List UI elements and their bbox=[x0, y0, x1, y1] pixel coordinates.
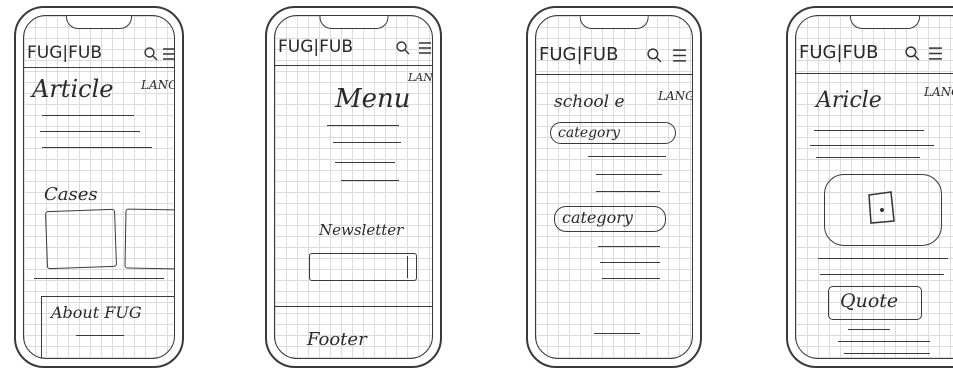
category-item-line[interactable] bbox=[596, 191, 660, 192]
about-label: About FUG bbox=[51, 303, 142, 322]
menu-icon[interactable] bbox=[162, 47, 175, 61]
lang-label[interactable]: LANG bbox=[924, 86, 953, 98]
article-heading: Article bbox=[32, 75, 114, 103]
category-item-line[interactable] bbox=[596, 174, 662, 175]
menu-item-line[interactable] bbox=[341, 180, 399, 181]
footer-label: Footer bbox=[307, 329, 367, 350]
phone-notch bbox=[318, 16, 389, 29]
newsletter-input[interactable] bbox=[309, 253, 417, 281]
section-divider bbox=[34, 278, 164, 279]
text-line bbox=[820, 274, 944, 275]
footer-divider bbox=[275, 306, 432, 307]
case-card[interactable] bbox=[124, 208, 174, 270]
text-line bbox=[76, 335, 124, 336]
text-line bbox=[818, 258, 948, 259]
header-divider bbox=[796, 73, 953, 74]
brand-logo: FUG|FUB bbox=[799, 42, 879, 63]
text-line bbox=[816, 157, 920, 158]
phone-screen: FUG|FUB Aricle LANG Quote bbox=[795, 15, 953, 359]
search-icon[interactable] bbox=[395, 40, 411, 56]
phone-mockup-article: FUG|FUB Article LANG Cases About FUG bbox=[14, 6, 184, 368]
article-heading: Aricle bbox=[816, 88, 882, 113]
quote-label: Quote bbox=[840, 290, 899, 312]
category-label: category bbox=[558, 125, 621, 141]
text-line bbox=[810, 145, 934, 146]
phone-mockup-menu: FUG|FUB LANG Menu Newsletter Footer bbox=[265, 6, 442, 368]
menu-icon[interactable] bbox=[928, 46, 943, 61]
phone-screen: FUG|FUB LANG Menu Newsletter Footer bbox=[274, 15, 433, 359]
menu-icon[interactable] bbox=[418, 41, 432, 55]
phone-notch bbox=[850, 16, 921, 29]
menu-item-line[interactable] bbox=[335, 162, 395, 163]
category-label: category bbox=[562, 208, 633, 227]
phone-notch bbox=[66, 16, 132, 29]
school-heading: school e bbox=[554, 92, 625, 112]
menu-item-line[interactable] bbox=[333, 142, 401, 143]
search-icon[interactable] bbox=[143, 46, 159, 62]
text-line bbox=[838, 341, 930, 342]
text-line bbox=[42, 115, 134, 116]
image-icon bbox=[868, 191, 895, 224]
brand-logo: FUG|FUB bbox=[278, 37, 354, 57]
search-icon[interactable] bbox=[646, 47, 663, 64]
menu-icon[interactable] bbox=[672, 48, 687, 63]
case-card[interactable] bbox=[45, 208, 117, 270]
cases-label: Cases bbox=[44, 184, 98, 205]
text-line bbox=[42, 147, 152, 148]
brand-logo: FUG|FUB bbox=[27, 43, 103, 63]
lang-label[interactable]: LANG bbox=[408, 72, 432, 83]
phone-mockup-categories: FUG|FUB school e LANG category category bbox=[526, 6, 702, 368]
lang-label[interactable]: LANG bbox=[658, 90, 692, 102]
phone-screen: FUG|FUB school e LANG category category bbox=[535, 15, 693, 359]
lang-label[interactable]: LANG bbox=[141, 79, 174, 91]
text-line bbox=[848, 329, 890, 330]
phone-screen: FUG|FUB Article LANG Cases About FUG bbox=[23, 15, 175, 359]
newsletter-label: Newsletter bbox=[319, 221, 404, 239]
home-indicator bbox=[594, 333, 640, 334]
text-line bbox=[40, 131, 140, 132]
menu-item-line[interactable] bbox=[327, 125, 399, 126]
category-item-line[interactable] bbox=[602, 278, 660, 279]
menu-heading: Menu bbox=[335, 84, 411, 114]
input-divider bbox=[407, 256, 408, 278]
phone-notch bbox=[579, 16, 649, 29]
header-divider bbox=[24, 67, 174, 68]
category-item-line[interactable] bbox=[600, 262, 660, 263]
header-divider bbox=[536, 74, 692, 75]
header-divider bbox=[275, 65, 432, 66]
brand-logo: FUG|FUB bbox=[539, 44, 619, 65]
text-line bbox=[814, 130, 924, 131]
category-item-line[interactable] bbox=[588, 156, 666, 157]
text-line bbox=[844, 353, 930, 354]
search-icon[interactable] bbox=[904, 45, 921, 62]
category-item-line[interactable] bbox=[598, 246, 660, 247]
phone-mockup-article-detail: FUG|FUB Aricle LANG Quote bbox=[786, 6, 953, 368]
